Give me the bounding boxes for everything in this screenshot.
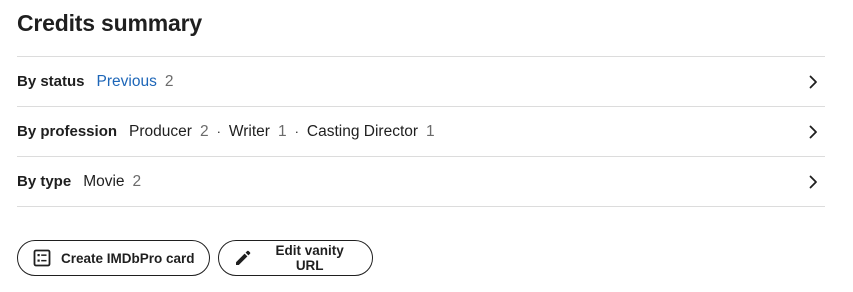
create-imdbpro-card-button[interactable]: Create IMDbPro card bbox=[17, 240, 210, 276]
type-movie: Movie bbox=[83, 172, 125, 190]
row-label: By type bbox=[17, 173, 72, 190]
profession-writer: Writer bbox=[228, 122, 270, 140]
credits-summary-section: Credits summary By status Previous 2 By … bbox=[0, 0, 853, 292]
edit-vanity-url-button[interactable]: Edit vanity URL bbox=[218, 240, 373, 276]
separator-dot: · bbox=[294, 124, 299, 139]
row-label: By status bbox=[17, 73, 85, 90]
chevron-right-icon[interactable] bbox=[807, 175, 819, 189]
profession-casting-director: Casting Director bbox=[306, 122, 419, 140]
row-label: By profession bbox=[17, 123, 118, 140]
edit-vanity-url-label: Edit vanity URL bbox=[275, 243, 344, 273]
row-by-type[interactable]: By type Movie 2 bbox=[17, 157, 825, 207]
profession-writer-count: 1 bbox=[277, 122, 287, 140]
type-movie-count: 2 bbox=[132, 172, 142, 190]
profession-producer-count: 2 bbox=[199, 122, 209, 140]
card-list-icon bbox=[32, 248, 52, 268]
status-previous-count: 2 bbox=[164, 72, 174, 90]
credits-summary-list: By status Previous 2 By profession Produ… bbox=[17, 56, 825, 207]
section-title: Credits summary bbox=[17, 10, 202, 36]
row-by-status[interactable]: By status Previous 2 bbox=[17, 57, 825, 107]
profession-casting-director-count: 1 bbox=[426, 122, 435, 140]
create-imdbpro-card-label: Create IMDbPro card bbox=[61, 250, 195, 266]
chevron-right-icon[interactable] bbox=[807, 125, 819, 139]
separator-dot: · bbox=[216, 124, 221, 139]
pencil-icon bbox=[233, 248, 252, 268]
row-by-profession[interactable]: By profession Producer 2 · Writer 1 · Ca… bbox=[17, 107, 825, 157]
profession-producer: Producer bbox=[129, 122, 192, 140]
status-previous-link[interactable]: Previous bbox=[97, 73, 157, 91]
chevron-right-icon[interactable] bbox=[807, 75, 819, 89]
